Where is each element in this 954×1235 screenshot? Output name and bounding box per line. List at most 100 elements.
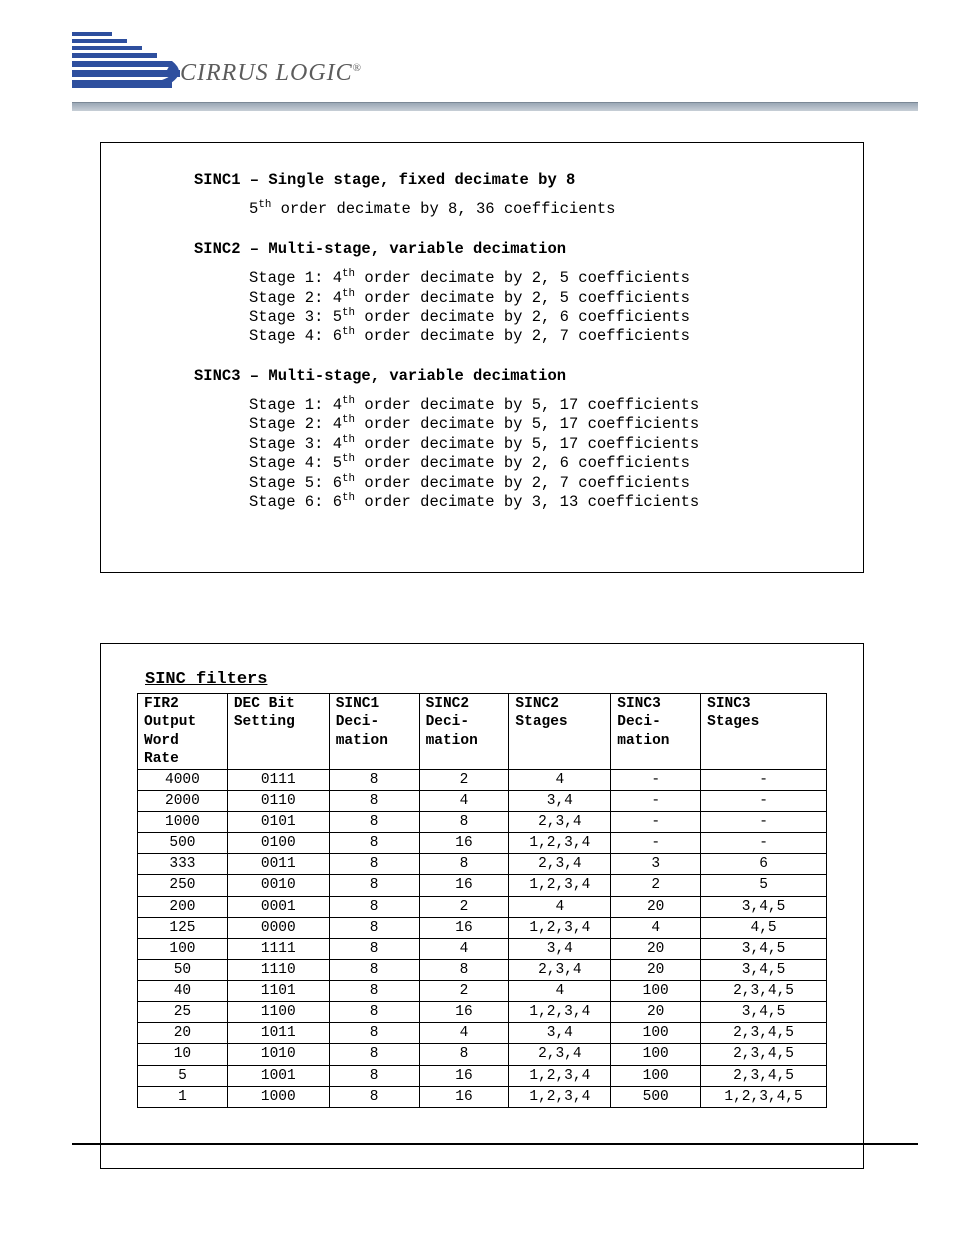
table-cell: 4,5 [701, 917, 827, 938]
table-cell: 8 [329, 790, 419, 811]
table-cell: 8 [329, 959, 419, 980]
table-cell: 100 [611, 1023, 701, 1044]
table-cell: 2,3,4 [509, 812, 611, 833]
section-detail-line: Stage 4: 5th order decimate by 2, 6 coef… [249, 454, 835, 473]
section-detail-line: 5th order decimate by 8, 36 coefficients [249, 200, 835, 219]
section-detail-line: Stage 3: 5th order decimate by 2, 6 coef… [249, 308, 835, 327]
detail-rest: order decimate by 8, 36 coefficients [271, 200, 615, 218]
table-cell: - [701, 812, 827, 833]
section-detail-line: Stage 2: 4th order decimate by 2, 5 coef… [249, 289, 835, 308]
detail-rest: order decimate by 2, 6 coefficients [355, 308, 690, 326]
table-cell: 50 [138, 959, 228, 980]
table-cell: 3,4,5 [701, 896, 827, 917]
ordinal-superscript: th [342, 434, 355, 446]
column-header: SINC1Deci-mation [329, 694, 419, 770]
table-cell: - [701, 790, 827, 811]
table-row: 201011843,41002,3,4,5 [138, 1023, 827, 1044]
section-detail-line: Stage 4: 6th order decimate by 2, 7 coef… [249, 327, 835, 346]
detail-prefix: Stage 1: 4 [249, 396, 342, 414]
table-cell: 16 [419, 833, 509, 854]
section-detail-block: Stage 1: 4th order decimate by 5, 17 coe… [129, 396, 835, 512]
table-cell: 4 [419, 790, 509, 811]
table-cell: 20 [611, 959, 701, 980]
header-divider [72, 102, 918, 111]
table-cell: 2,3,4 [509, 854, 611, 875]
table-cell: 2,3,4,5 [701, 1065, 827, 1086]
ordinal-superscript: th [342, 268, 355, 280]
table-cell: 3,4,5 [701, 959, 827, 980]
detail-prefix: Stage 3: 4 [249, 435, 342, 453]
table-cell: 125 [138, 917, 228, 938]
table-cell: 8 [329, 769, 419, 790]
table-cell: 8 [329, 917, 419, 938]
table-cell: 20 [611, 938, 701, 959]
table-cell: 1000 [227, 1086, 329, 1107]
table-cell: 16 [419, 917, 509, 938]
table-cell: 40 [138, 981, 228, 1002]
ordinal-superscript: th [342, 414, 355, 426]
brand-name: CIRRUS LOGIC® [180, 60, 362, 87]
content-area: SINC1 – Single stage, fixed decimate by … [100, 142, 864, 1169]
table-cell: 100 [611, 1065, 701, 1086]
table-cell: 8 [329, 1023, 419, 1044]
table-row: 1001111843,4203,4,5 [138, 938, 827, 959]
detail-rest: order decimate by 3, 13 coefficients [355, 493, 699, 511]
section-heading: SINC1 – Single stage, fixed decimate by … [194, 171, 835, 190]
section-detail-line: Stage 1: 4th order decimate by 2, 5 coef… [249, 269, 835, 288]
detail-rest: order decimate by 5, 17 coefficients [355, 435, 699, 453]
table-cell: 0111 [227, 769, 329, 790]
table-cell: 1,2,3,4 [509, 833, 611, 854]
table-cell: 1111 [227, 938, 329, 959]
sinc-table-box: SINC filters FIR2OutputWordRateDEC BitSe… [100, 643, 864, 1169]
section-detail-line: Stage 6: 6th order decimate by 3, 13 coe… [249, 493, 835, 512]
table-cell: 2 [419, 896, 509, 917]
table-cell: 0110 [227, 790, 329, 811]
section-detail-block: 5th order decimate by 8, 36 coefficients [129, 200, 835, 219]
table-cell: 250 [138, 875, 228, 896]
ordinal-superscript: th [342, 307, 355, 319]
ordinal-superscript: th [342, 492, 355, 504]
table-row: 101010882,3,41002,3,4,5 [138, 1044, 827, 1065]
table-cell: 16 [419, 875, 509, 896]
table-cell: 2,3,4 [509, 959, 611, 980]
section-heading: SINC3 – Multi-stage, variable decimation [194, 367, 835, 386]
table-row: 3330011882,3,436 [138, 854, 827, 875]
header: CIRRUS LOGIC® [0, 0, 954, 118]
detail-prefix: 5 [249, 200, 258, 218]
table-cell: - [611, 769, 701, 790]
table-cell: 0100 [227, 833, 329, 854]
table-cell: 2,3,4,5 [701, 1044, 827, 1065]
table-cell: 4 [419, 938, 509, 959]
table-cell: 5 [138, 1065, 228, 1086]
table-cell: 4 [509, 769, 611, 790]
table-cell: - [701, 833, 827, 854]
table-cell: 16 [419, 1086, 509, 1107]
brand-text: CIRRUS LOGIC [180, 60, 353, 86]
table-header-row: FIR2OutputWordRateDEC BitSettingSINC1Dec… [138, 694, 827, 770]
table-row: 12500008161,2,3,444,5 [138, 917, 827, 938]
table-cell: 1110 [227, 959, 329, 980]
table-cell: - [611, 790, 701, 811]
ordinal-superscript: th [342, 326, 355, 338]
table-cell: - [611, 833, 701, 854]
detail-rest: order decimate by 2, 5 coefficients [355, 289, 690, 307]
table-cell: 4000 [138, 769, 228, 790]
table-cell: 1101 [227, 981, 329, 1002]
table-cell: 16 [419, 1065, 509, 1086]
table-cell: 2 [611, 875, 701, 896]
table-cell: 3,4,5 [701, 938, 827, 959]
table-cell: 20 [611, 1002, 701, 1023]
table-cell: 1001 [227, 1065, 329, 1086]
footer-divider [72, 1143, 918, 1145]
table-cell: 2 [419, 981, 509, 1002]
table-title: SINC filters [145, 670, 827, 689]
table-cell: 1,2,3,4 [509, 1086, 611, 1107]
table-row: 2511008161,2,3,4203,4,5 [138, 1002, 827, 1023]
table-cell: 20 [138, 1023, 228, 1044]
table-row: 501110882,3,4203,4,5 [138, 959, 827, 980]
table-cell: 200 [138, 896, 228, 917]
detail-rest: order decimate by 2, 7 coefficients [355, 474, 690, 492]
column-header: DEC BitSetting [227, 694, 329, 770]
column-header: SINC2Deci-mation [419, 694, 509, 770]
registered-icon: ® [353, 62, 362, 74]
